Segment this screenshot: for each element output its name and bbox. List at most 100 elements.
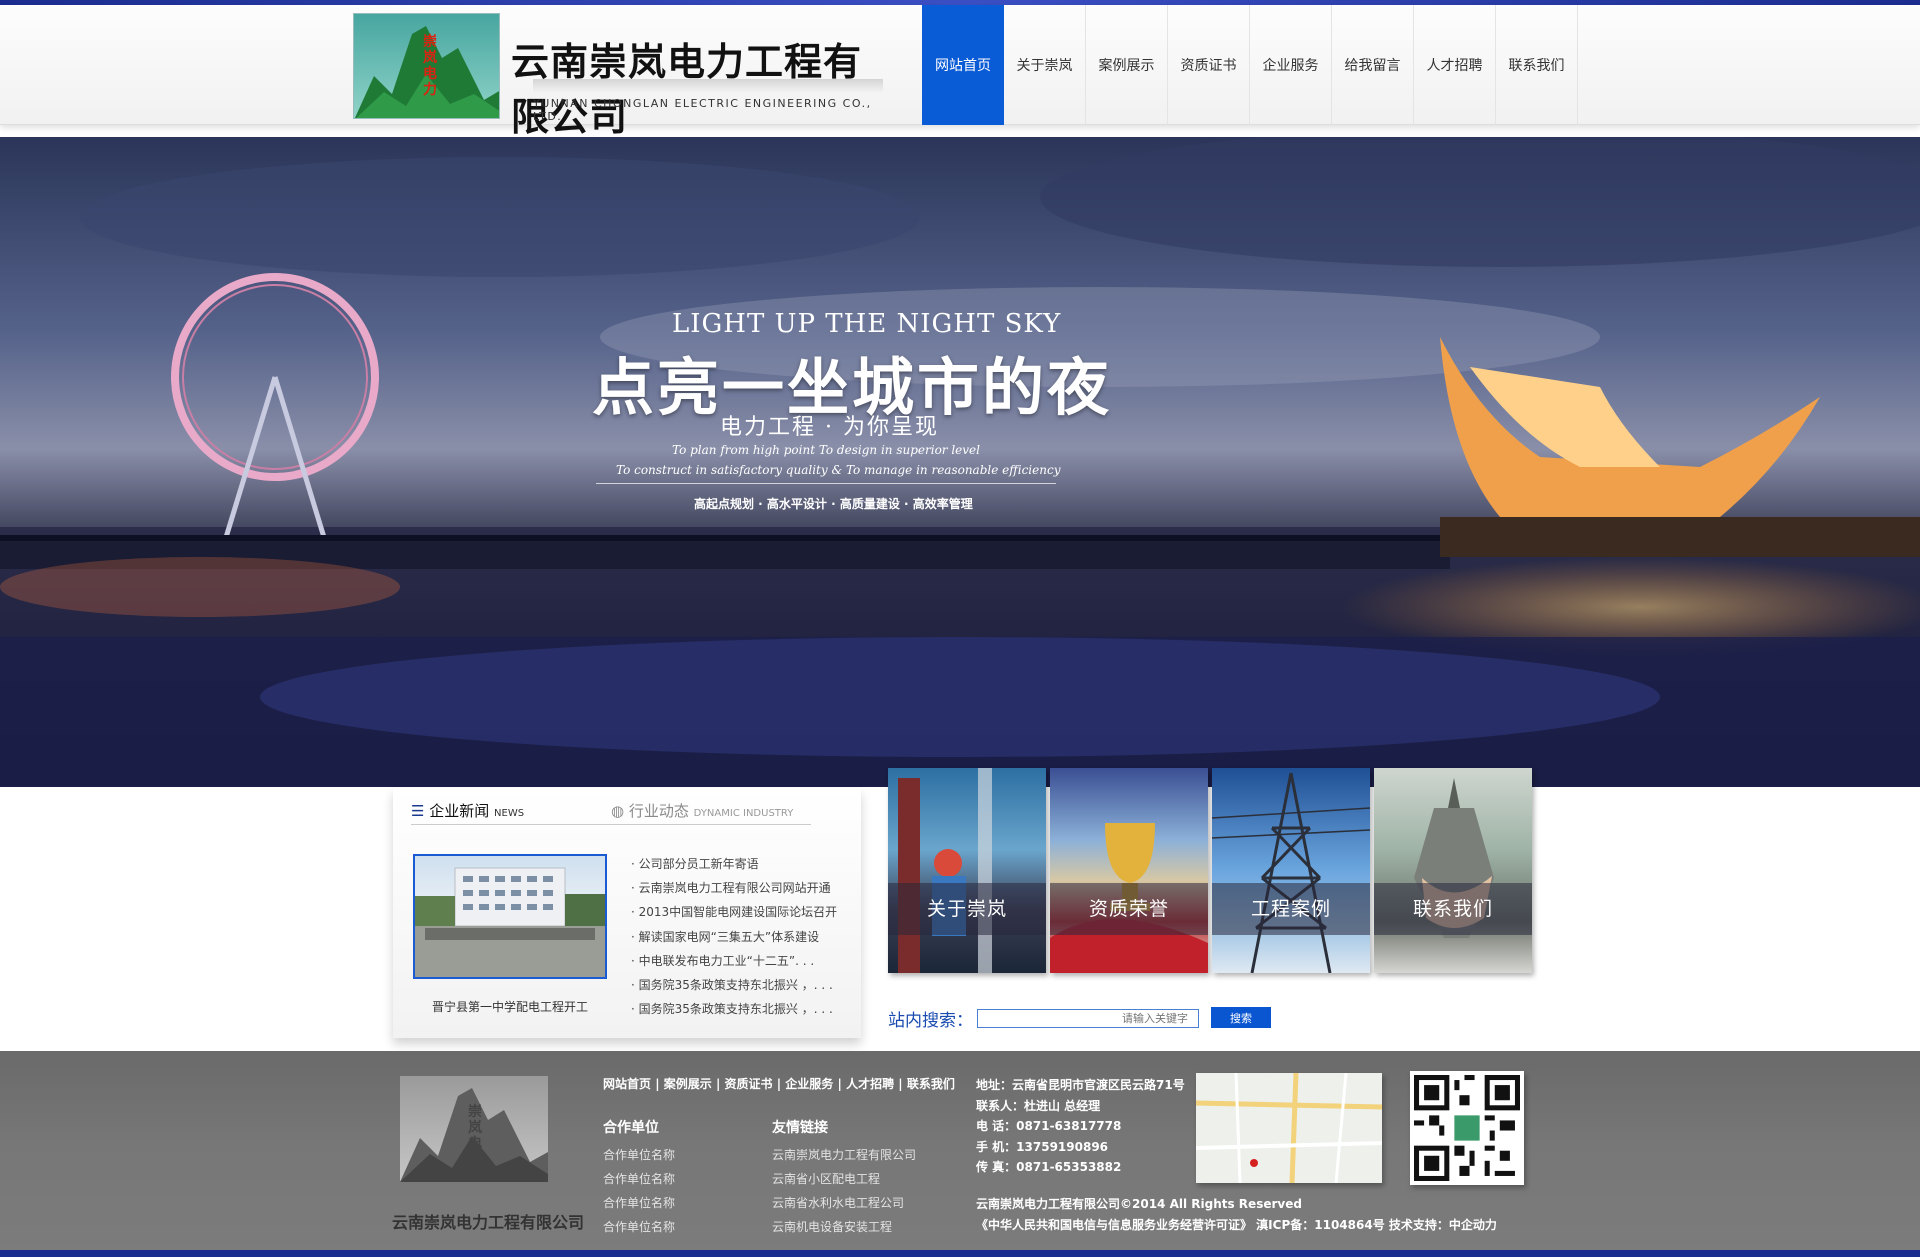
- news-list-item[interactable]: · 解读国家电网“三集五大”体系建设: [631, 925, 861, 949]
- search-button[interactable]: 搜索: [1211, 1007, 1271, 1028]
- news-tabs: ☰ 企业新闻 NEWS ◍ 行业动态 DYNAMIC INDUSTRY: [411, 798, 811, 825]
- tile-about-image: [898, 768, 992, 973]
- footer-qr-code[interactable]: [1410, 1071, 1524, 1185]
- footer-partners-title: 合作单位: [603, 1120, 659, 1136]
- banner-cityscape-graphic: [0, 137, 1920, 787]
- nav-item-7[interactable]: 人才招聘: [1414, 5, 1496, 125]
- footer-nav-separator: |: [894, 1077, 907, 1091]
- footer-logo[interactable]: 崇岚电力: [400, 1076, 548, 1182]
- list-icon: ☰: [411, 802, 425, 820]
- footer-nav-link[interactable]: 联系我们: [907, 1077, 955, 1091]
- footer-phone: 电 话：0871-63817778: [976, 1119, 1122, 1133]
- nav-item-5[interactable]: 企业服务: [1250, 5, 1332, 125]
- footer-nav-link[interactable]: 资质证书: [725, 1077, 773, 1091]
- footer-friend-link[interactable]: 云南省小区配电工程: [772, 1167, 916, 1191]
- logo-english-name: YUNNAN CHONGLAN ELECTRIC ENGINEERING CO.…: [533, 97, 872, 123]
- footer-copyright-text: 云南崇岚电力工程有限公司©2014 All Rights Reserved: [976, 1197, 1302, 1211]
- footer-nav-link[interactable]: 人才招聘: [846, 1077, 894, 1091]
- footer-contact: 地址：云南省昆明市官渡区民云路71号 联系人：杜进山 总经理 电 话：0871-…: [976, 1075, 1185, 1178]
- logo-reflection: [533, 79, 883, 93]
- tile-honors[interactable]: 资质荣誉: [1050, 768, 1208, 973]
- school-building-image: [415, 867, 605, 977]
- footer-nav-link[interactable]: 企业服务: [785, 1077, 833, 1091]
- footer-friend-link[interactable]: 云南机电设备安装工程: [772, 1215, 916, 1239]
- footer-partner-link[interactable]: 合作单位名称: [603, 1143, 675, 1167]
- banner-english-title: LIGHT UP THE NIGHT SKY: [672, 309, 1062, 339]
- footer-friend-links: 友情链接 云南崇岚电力工程有限公司 云南省小区配电工程 云南省水利水电工程公司 云南机…: [772, 1117, 916, 1239]
- tab-industry-news-en: DYNAMIC INDUSTRY: [693, 808, 794, 819]
- news-list-item[interactable]: · 公司部分员工新年寄语: [631, 852, 861, 876]
- footer-contact-person: 联系人：杜进山 总经理: [976, 1098, 1101, 1113]
- footer-nav: 网站首页 | 案例展示 | 资质证书 | 企业服务 | 人才招聘 | 联系我们: [603, 1075, 955, 1092]
- bottom-accent-bar: [0, 1250, 1920, 1257]
- news-list-item[interactable]: · 中电联发布电力工业“十二五”. . .: [631, 949, 861, 973]
- footer-partner-link[interactable]: 合作单位名称: [603, 1215, 675, 1239]
- nav-item-3[interactable]: 案例展示: [1086, 5, 1168, 125]
- footer-company-name: 云南崇岚电力工程有限公司: [392, 1213, 585, 1232]
- tab-industry-news[interactable]: ◍ 行业动态 DYNAMIC INDUSTRY: [611, 800, 793, 821]
- tile-cases-image: [1212, 772, 1370, 973]
- tile-cases-label: 工程案例: [1212, 883, 1370, 935]
- tile-contact-label: 联系我们: [1374, 883, 1532, 935]
- tile-honors-image: [1050, 823, 1208, 973]
- footer-icp-text: 《中华人民共和国电信与信息服务业务经营许可证》 滇ICP备：1104864号 技…: [976, 1218, 1497, 1232]
- search-input[interactable]: [977, 1009, 1199, 1028]
- footer-address: 地址：云南省昆明市官渡区民云路71号: [976, 1078, 1185, 1092]
- nav-item-1[interactable]: 网站首页: [922, 5, 1004, 125]
- footer-fax: 传 真：0871-65353882: [976, 1160, 1122, 1174]
- footer-nav-link[interactable]: 案例展示: [664, 1077, 712, 1091]
- news-list-item[interactable]: · 云南崇岚电力工程有限公司网站开通: [631, 876, 861, 900]
- footer-partner-link[interactable]: 合作单位名称: [603, 1191, 675, 1215]
- tab-industry-news-label: 行业动态: [628, 802, 689, 820]
- tab-company-news-label: 企业新闻: [429, 802, 490, 820]
- footer-nav-separator: |: [651, 1077, 664, 1091]
- site-logo[interactable]: 崇岚电力 云南崇岚电力工程有限公司 YUNNAN CHONGLAN ELECTR…: [353, 13, 883, 139]
- footer-partner-link[interactable]: 合作单位名称: [603, 1167, 675, 1191]
- tile-contact-image: [1414, 778, 1494, 938]
- tile-honors-label: 资质荣誉: [1050, 883, 1208, 935]
- footer-mobile: 手 机：13759190896: [976, 1139, 1109, 1154]
- tab-company-news-en: NEWS: [494, 808, 525, 819]
- logo-mountain-mark: 崇岚电力: [353, 13, 500, 119]
- nav-item-2[interactable]: 关于崇岚: [1004, 5, 1086, 125]
- footer-partners: 合作单位 合作单位名称 合作单位名称 合作单位名称 合作单位名称: [603, 1117, 675, 1239]
- footer-nav-separator: |: [772, 1077, 786, 1091]
- tab-company-news[interactable]: ☰ 企业新闻 NEWS: [411, 800, 524, 821]
- news-featured-image[interactable]: [413, 854, 607, 979]
- tile-cases[interactable]: 工程案例: [1212, 768, 1370, 973]
- banner-slogan-line-2: To construct in satisfactory quality & T…: [616, 463, 1061, 477]
- banner-subtitle: 电力工程 · 为你呈现: [720, 415, 939, 440]
- footer-links-title: 友情链接: [772, 1120, 828, 1136]
- tile-about[interactable]: 关于崇岚: [888, 768, 1046, 973]
- tile-about-label: 关于崇岚: [888, 883, 1046, 935]
- footer-logo-text: 崇岚电力: [468, 1104, 482, 1168]
- news-panel: ☰ 企业新闻 NEWS ◍ 行业动态 DYNAMIC INDUSTRY 晋宁县第…: [393, 788, 861, 1038]
- news-list-item[interactable]: · 国务院35条政策支持东北振兴 ，. . .: [631, 973, 861, 997]
- banner-tagline: 高起点规划 · 高水平设计 · 高质量建设 · 高效率管理: [694, 497, 973, 511]
- main-nav: 网站首页 关于崇岚 案例展示 资质证书 企业服务 给我留言 人才招聘 联系我们: [922, 5, 1578, 125]
- news-list: · 公司部分员工新年寄语 · 云南崇岚电力工程有限公司网站开通 · 2013中国智能…: [631, 852, 861, 1021]
- tile-contact[interactable]: 联系我们: [1374, 768, 1532, 973]
- news-featured-caption[interactable]: 晋宁县第一中学配电工程开工: [393, 998, 627, 1015]
- footer-friend-link[interactable]: 云南崇岚电力工程有限公司: [772, 1143, 916, 1167]
- logo-vertical-text: 崇岚电力: [423, 34, 437, 98]
- map-image: [1196, 1073, 1382, 1183]
- hero-banner: LIGHT UP THE NIGHT SKY 点亮一坐城市的夜 电力工程 · 为…: [0, 137, 1920, 787]
- nav-item-6[interactable]: 给我留言: [1332, 5, 1414, 125]
- footer-friend-link[interactable]: 云南省水利水电工程公司: [772, 1191, 916, 1215]
- news-list-item[interactable]: · 国务院35条政策支持东北振兴 ，. . .: [631, 997, 861, 1021]
- nav-item-4[interactable]: 资质证书: [1168, 5, 1250, 125]
- nav-item-8[interactable]: 联系我们: [1496, 5, 1578, 125]
- banner-divider: [596, 483, 1056, 484]
- footer-map[interactable]: [1196, 1073, 1382, 1183]
- footer-nav-separator: |: [833, 1077, 847, 1091]
- footer-nav-link[interactable]: 网站首页: [603, 1077, 651, 1091]
- site-footer: 崇岚电力 云南崇岚电力工程有限公司 网站首页 | 案例展示 | 资质证书 | 企…: [0, 1051, 1920, 1257]
- footer-copyright: 云南崇岚电力工程有限公司©2014 All Rights Reserved 《中…: [976, 1194, 1497, 1236]
- qr-code-icon: [1414, 1075, 1520, 1181]
- search-label: 站内搜索：: [888, 1011, 973, 1031]
- globe-icon: ◍: [611, 802, 625, 820]
- news-list-item[interactable]: · 2013中国智能电网建设国际论坛召开: [631, 900, 861, 924]
- banner-slogan-line-1: To plan from high point To design in sup…: [672, 443, 980, 457]
- site-header: 崇岚电力 云南崇岚电力工程有限公司 YUNNAN CHONGLAN ELECTR…: [0, 5, 1920, 139]
